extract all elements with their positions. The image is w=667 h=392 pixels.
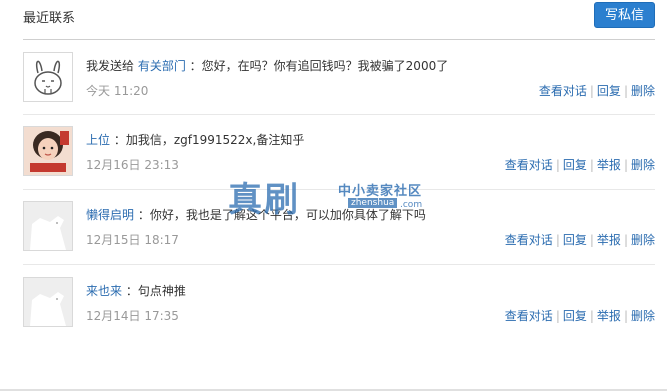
message-text: 我发送给 有关部门 ：您好，在吗？你有追回钱吗？我被骗了2000了 [86,57,448,74]
row-divider [23,114,655,115]
avatar[interactable] [23,52,73,102]
reply-link[interactable]: 回复 [563,233,587,247]
report-link[interactable]: 举报 [597,233,621,247]
message-actions: 查看对话 | 回复 | 删除 [538,84,655,98]
row-divider [23,264,655,265]
message-body: 你好，我也是了解这个平台，可以加你具体了解下吗 [149,208,426,222]
message-text: 懒得启明 ：你好，我也是了解这个平台，可以加你具体了解下吗 [86,206,426,223]
separator: ： [185,59,202,73]
compose-message-button[interactable]: 写私信 [594,2,655,28]
message-time: 12月16日 23:13 [86,158,179,172]
page-title: 最近联系 [23,11,76,26]
separator: ： [110,133,126,147]
reply-link[interactable]: 回复 [563,158,587,172]
message-text: 来也来 ：句点神推 [86,282,186,299]
contact-name-link[interactable]: 有关部门 [138,59,186,73]
separator: ： [122,284,138,298]
message-time: 今天 11:20 [86,84,149,98]
view-conversation-link[interactable]: 查看对话 [505,158,553,172]
contact-name-link[interactable]: 懒得启明 [86,208,134,222]
message-time: 12月14日 17:35 [86,309,179,323]
avatar[interactable] [23,201,73,251]
delete-link[interactable]: 删除 [631,158,655,172]
report-link[interactable]: 举报 [597,158,621,172]
message-prefix: 我发送给 [86,59,138,73]
reply-link[interactable]: 回复 [563,309,587,323]
message-item: 来也来 ：句点神推 12月14日 17:35 查看对话 | 回复 | 举报 | 删除 [0,277,667,352]
view-conversation-link[interactable]: 查看对话 [505,309,553,323]
separator: ： [134,208,150,222]
message-body: 加我信，zgf1991522x,备注知乎 [125,133,305,147]
report-link[interactable]: 举报 [597,309,621,323]
default-avatar-icon [24,202,72,250]
message-actions: 查看对话 | 回复 | 举报 | 删除 [504,158,655,172]
message-body: 句点神推 [137,284,186,298]
rabbit-avatar-icon [34,60,62,95]
avatar[interactable] [23,126,73,176]
header-divider [23,39,655,40]
bottom-border [0,389,667,391]
delete-link[interactable]: 删除 [631,309,655,323]
message-body: 您好，在吗？你有追回钱吗？我被骗了2000了 [201,59,449,73]
view-conversation-link[interactable]: 查看对话 [505,233,553,247]
row-divider [23,189,655,190]
reply-link[interactable]: 回复 [597,84,621,98]
message-text: 上位 ：加我信，zgf1991522x,备注知乎 [86,131,304,148]
default-avatar-icon [24,278,72,326]
page-header: 最近联系 写私信 [0,0,667,40]
view-conversation-link[interactable]: 查看对话 [539,84,587,98]
contact-name-link[interactable]: 上位 [86,133,110,147]
delete-link[interactable]: 删除 [631,233,655,247]
contact-name-link[interactable]: 来也来 [86,284,122,298]
message-actions: 查看对话 | 回复 | 举报 | 删除 [504,233,655,247]
delete-link[interactable]: 删除 [631,84,655,98]
message-actions: 查看对话 | 回复 | 举报 | 删除 [504,309,655,323]
avatar[interactable] [23,277,73,327]
girl-avatar-icon [24,127,72,175]
message-time: 12月15日 18:17 [86,233,179,247]
message-item: 我发送给 有关部门 ：您好，在吗？你有追回钱吗？我被骗了2000了 今天 11:… [0,52,667,127]
